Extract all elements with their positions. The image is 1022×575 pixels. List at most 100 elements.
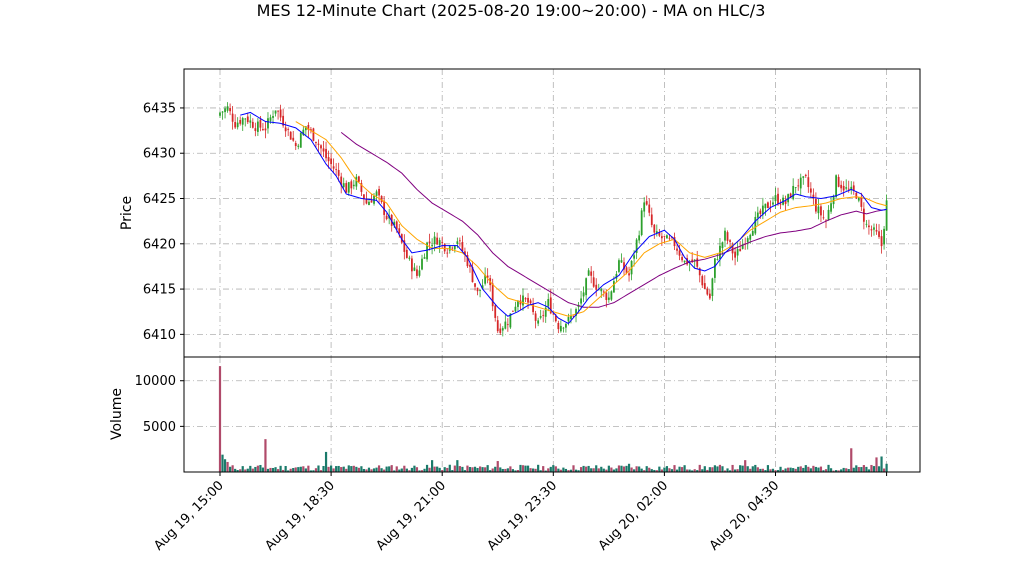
- candle-body: [827, 209, 830, 221]
- candle-body: [580, 298, 582, 304]
- candle-body: [582, 292, 585, 297]
- candle-body: [272, 116, 274, 118]
- candle-body: [297, 145, 300, 147]
- volume-bar: [218, 366, 222, 472]
- candle-body: [325, 148, 327, 159]
- candle-body: [628, 273, 630, 276]
- candle-body: [845, 187, 848, 189]
- volume-bar: [302, 466, 305, 472]
- x-tick-label: Aug 20, 04:30: [707, 478, 783, 554]
- candle-body: [817, 206, 820, 214]
- volume-bar: [486, 465, 489, 472]
- volume-bar: [562, 467, 565, 472]
- candle-body: [633, 255, 635, 259]
- candle-body: [794, 187, 797, 188]
- volume-bar: [792, 468, 795, 472]
- volume-bar: [751, 466, 754, 472]
- candle-body: [600, 288, 603, 292]
- volume-bar: [746, 466, 749, 472]
- candle-body: [862, 208, 865, 222]
- volume-bar: [802, 467, 805, 472]
- x-tick-label: Aug 19, 23:30: [485, 478, 561, 554]
- volume-bar: [466, 465, 469, 472]
- candle-body: [592, 277, 595, 287]
- volume-bar: [620, 465, 623, 472]
- candle-body: [739, 248, 742, 252]
- candle-body: [262, 129, 264, 130]
- candle-body: [678, 250, 681, 256]
- candle-body: [256, 121, 259, 132]
- volume-bar: [491, 468, 494, 472]
- x-tick-label: Aug 19, 15:00: [151, 478, 227, 554]
- candle-body: [822, 217, 825, 219]
- candle-body: [736, 249, 739, 256]
- candle-body: [408, 257, 411, 259]
- candle-body: [474, 283, 476, 287]
- volume-bar: [726, 468, 729, 472]
- candle-body: [860, 196, 863, 207]
- candle-body: [587, 270, 590, 276]
- candle-body: [537, 320, 540, 324]
- volume-bar: [842, 467, 845, 472]
- candle-body: [504, 321, 507, 329]
- volume-bar: [395, 466, 398, 472]
- candle-body: [562, 327, 565, 329]
- volume-bar: [226, 461, 229, 472]
- candle-body: [668, 237, 671, 239]
- price-y-tick-label: 6410: [143, 328, 176, 343]
- volume-bar: [231, 465, 234, 472]
- candle-body: [451, 247, 454, 249]
- volume-bar: [610, 467, 613, 472]
- candle-body: [660, 236, 663, 239]
- candle-body: [607, 297, 610, 300]
- volume-bar: [509, 466, 512, 472]
- volume-bar: [827, 464, 830, 472]
- candle-body: [809, 188, 812, 193]
- candle-body: [405, 249, 408, 258]
- candle-body: [244, 118, 247, 120]
- candle-body: [605, 292, 608, 300]
- candle-body: [317, 143, 320, 145]
- candle-body: [506, 324, 509, 326]
- candle-body: [799, 177, 802, 189]
- volume-bar: [582, 465, 585, 472]
- volume-bar: [259, 464, 262, 472]
- candle-body: [749, 234, 752, 240]
- volume-axes-frame: [183, 356, 921, 473]
- volume-bar: [499, 467, 502, 472]
- candle-body: [880, 236, 883, 247]
- candle-body: [229, 108, 231, 112]
- volume-y-tick-label: 10000: [135, 374, 176, 389]
- candle-body: [756, 212, 759, 218]
- candle-body: [315, 141, 317, 144]
- candle-body: [542, 314, 545, 316]
- volume-bar: [537, 464, 540, 472]
- candle-body: [246, 116, 249, 123]
- volume-bar: [549, 466, 552, 472]
- candle-body: [613, 281, 615, 293]
- candle-body: [681, 257, 683, 261]
- candle-body: [332, 166, 335, 169]
- candle-body: [802, 176, 805, 178]
- candle-body: [868, 225, 870, 228]
- candle-body: [355, 176, 358, 187]
- volume-bar: [453, 465, 456, 472]
- candle-body: [764, 203, 767, 209]
- x-tick-label: Aug 20, 02:00: [596, 478, 672, 554]
- candle-body: [716, 259, 719, 260]
- volume-bar: [390, 465, 393, 472]
- candle-body: [650, 214, 653, 225]
- candle-body: [380, 195, 383, 203]
- candle-body: [274, 110, 277, 114]
- candle-body: [312, 128, 315, 141]
- ma-short-line: [240, 111, 887, 325]
- volume-bar: [332, 468, 335, 472]
- volume-bar: [552, 465, 555, 472]
- volume-bar: [865, 466, 868, 472]
- candle-body: [820, 206, 822, 216]
- volume-bar: [446, 467, 449, 472]
- candle-body: [267, 118, 269, 129]
- candle-body: [254, 128, 257, 131]
- volume-bar: [360, 466, 363, 472]
- volume-bar: [744, 460, 747, 472]
